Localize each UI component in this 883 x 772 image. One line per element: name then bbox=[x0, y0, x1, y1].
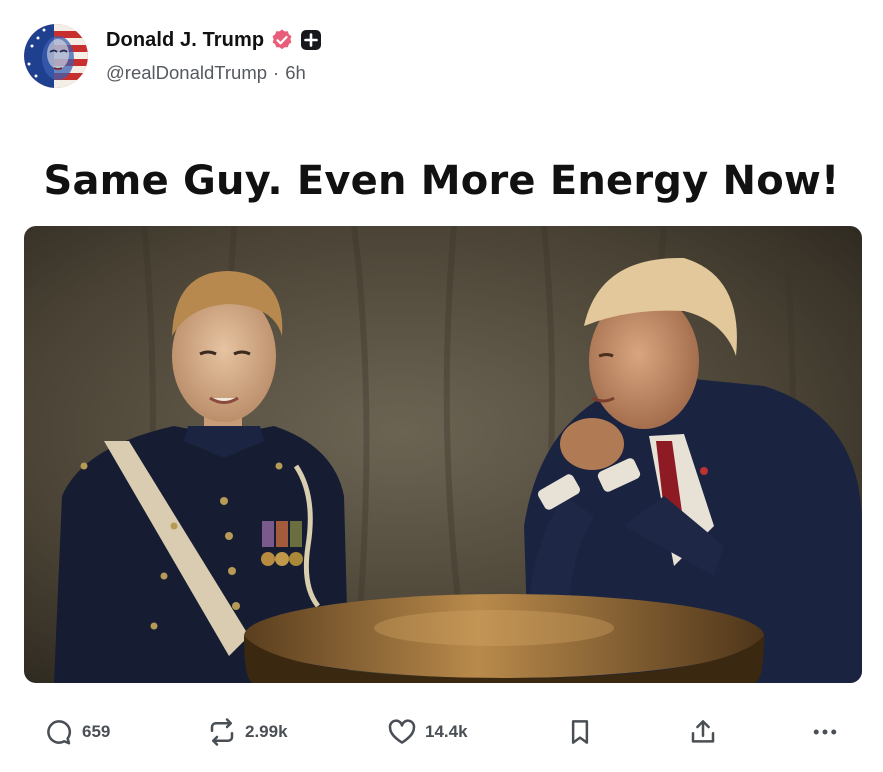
action-bar: 659 2.99k 14.4k bbox=[0, 710, 883, 754]
more-options-button[interactable] bbox=[810, 710, 840, 754]
author-handle[interactable]: @realDonaldTrump bbox=[106, 62, 267, 84]
more-icon bbox=[813, 729, 837, 735]
like-icon bbox=[388, 719, 416, 744]
post-text: Same Guy. Even More Energy Now! bbox=[43, 158, 840, 204]
share-button[interactable] bbox=[688, 710, 718, 754]
share-icon bbox=[691, 720, 715, 743]
post-header: Donald J. Trump @realDonaldTrump · 6h bbox=[24, 24, 864, 90]
avatar[interactable] bbox=[24, 24, 88, 88]
display-name[interactable]: Donald J. Trump bbox=[106, 29, 264, 52]
post-timestamp[interactable]: 6h bbox=[285, 62, 306, 84]
reply-button[interactable]: 659 bbox=[44, 710, 110, 754]
like-count: 14.4k bbox=[425, 722, 468, 741]
plus-badge-icon bbox=[300, 29, 322, 51]
reply-icon bbox=[47, 720, 72, 745]
verified-badge-icon bbox=[270, 28, 294, 52]
reply-count: 659 bbox=[82, 722, 111, 741]
post-image[interactable] bbox=[24, 226, 862, 683]
repost-count: 2.99k bbox=[245, 722, 288, 741]
bookmark-button[interactable] bbox=[565, 710, 595, 754]
repost-button[interactable]: 2.99k bbox=[207, 710, 288, 754]
like-button[interactable]: 14.4k bbox=[387, 710, 468, 754]
name-row: Donald J. Trump bbox=[106, 26, 322, 54]
repost-icon bbox=[210, 718, 234, 746]
separator-dot: · bbox=[273, 62, 280, 83]
handle-row: @realDonaldTrump · 6h bbox=[106, 62, 306, 84]
bookmark-icon bbox=[571, 720, 589, 744]
